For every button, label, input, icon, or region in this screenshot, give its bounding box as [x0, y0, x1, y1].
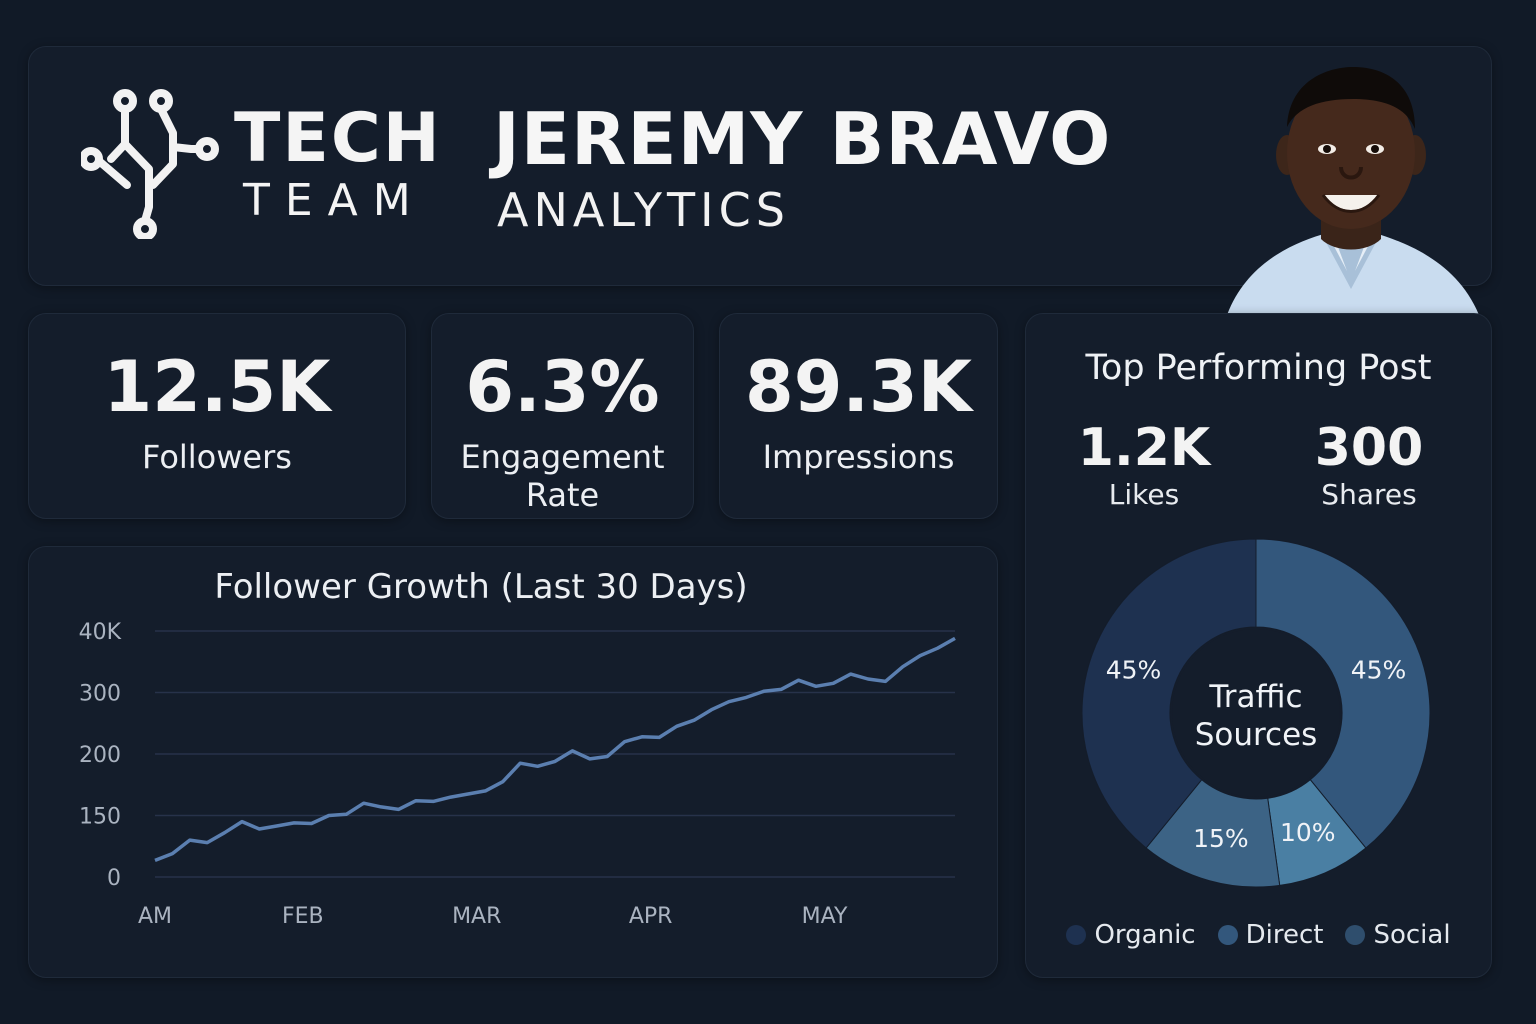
y-tick-label: 200	[79, 743, 121, 768]
legend-dot-organic	[1066, 925, 1087, 945]
legend-label-direct: Direct	[1245, 920, 1324, 950]
followers-card: 12.5K Followers	[28, 313, 406, 519]
followers-label: Followers	[142, 438, 292, 476]
header-card: TECH TEAM JEREMY BRAVO ANALYTICS	[28, 46, 1492, 315]
avatar	[1227, 67, 1479, 315]
y-tick-label: 40K	[79, 620, 122, 645]
page-title: JEREMY BRAVO	[493, 97, 1112, 181]
donut-segment-label: 45%	[1106, 655, 1162, 684]
impressions-label: Impressions	[762, 438, 955, 476]
x-tick-label: APR	[629, 904, 673, 929]
legend-dot-direct	[1217, 925, 1238, 945]
legend-dot-social	[1345, 925, 1366, 945]
traffic-sources-donut: 45% 10% 15% 45% TrafficSources	[1081, 538, 1431, 888]
circuit-tree-icon	[81, 89, 219, 239]
follower-growth-card: Follower Growth (Last 30 Days) 0 150 200 30…	[28, 546, 998, 978]
impressions-value: 89.3K	[745, 346, 972, 428]
logo-text-team: TEAM	[243, 175, 426, 226]
donut-segment-label: 15%	[1193, 824, 1249, 853]
donut-legend: Organic Direct Social	[1026, 920, 1491, 950]
legend-item-organic: Organic	[1066, 920, 1196, 950]
engagement-card: 6.3% Engagement Rate	[431, 313, 694, 519]
top-post-card: Top Performing Post 1.2K Likes 300 Share…	[1025, 313, 1492, 978]
donut-segment-label: 45%	[1351, 655, 1407, 684]
donut-segment-label: 10%	[1280, 818, 1336, 847]
legend-label-social: Social	[1373, 920, 1451, 950]
x-tick-label: AM	[138, 904, 172, 929]
legend-item-direct: Direct	[1217, 920, 1324, 950]
follower-growth-chart: 0 150 200 300 40K AM FEB MAR APR MAY	[79, 620, 956, 929]
donut-title: Traffic	[1208, 679, 1302, 715]
engagement-label-line1: Engagement	[460, 438, 665, 476]
engagement-label: Engagement Rate	[432, 438, 693, 514]
x-tick-label: MAY	[802, 904, 848, 929]
legend-item-social: Social	[1345, 920, 1451, 950]
y-tick-label: 0	[107, 866, 121, 891]
x-tick-label: MAR	[452, 904, 501, 929]
donut-title: Sources	[1195, 717, 1318, 753]
x-tick-label: FEB	[282, 904, 324, 929]
y-tick-label: 150	[79, 805, 121, 830]
page-subtitle: ANALYTICS	[497, 183, 790, 237]
y-tick-label: 300	[79, 682, 121, 707]
engagement-value: 6.3%	[465, 346, 660, 428]
series-line	[154, 636, 956, 863]
followers-value: 12.5K	[103, 346, 331, 428]
legend-label-organic: Organic	[1094, 920, 1196, 950]
engagement-label-line2: Rate	[525, 476, 600, 514]
impressions-card: 89.3K Impressions	[719, 313, 998, 519]
logo-text-tech: TECH	[234, 99, 442, 178]
